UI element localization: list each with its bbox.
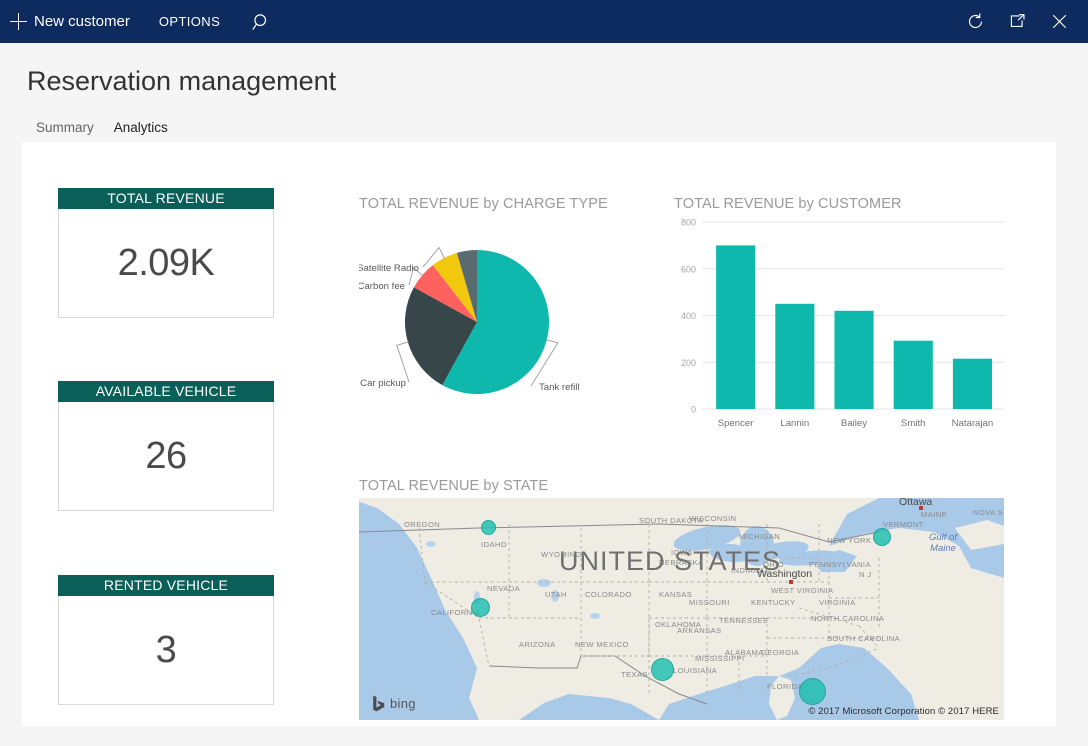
new-customer-label: New customer (34, 13, 130, 30)
bar[interactable] (953, 359, 992, 409)
bing-logo: bing (372, 695, 416, 712)
y-axis-tick-label: 0 (691, 405, 696, 415)
bar[interactable] (716, 245, 755, 409)
x-axis-tick-label: Spencer (718, 418, 755, 429)
map-chart-title: TOTAL REVENUE by STATE (359, 478, 548, 494)
pie-leader-line (397, 342, 409, 382)
x-axis-tick-label: Bailey (841, 418, 867, 429)
pie-slice-label: Tank refill (539, 382, 580, 393)
kpi-body: 26 (58, 402, 274, 511)
map-inland-water (590, 613, 600, 619)
y-axis-tick-label: 600 (681, 264, 696, 274)
x-axis-tick-label: Smith (901, 418, 926, 429)
pie-slice-label: Carbon fee (359, 281, 405, 292)
kpi-value: 2.09K (118, 242, 215, 285)
kpi-title: AVAILABLE VEHICLE (58, 381, 274, 402)
refresh-button[interactable] (954, 0, 996, 43)
tab-analytics[interactable]: Analytics (104, 116, 178, 145)
x-axis-tick-label: Natarajan (952, 418, 994, 429)
options-button[interactable]: OPTIONS (145, 0, 234, 43)
y-axis-tick-label: 400 (681, 311, 696, 321)
map-inland-water (426, 541, 436, 547)
bar-chart-title: TOTAL REVENUE by CUSTOMER (674, 196, 902, 212)
map-inland-water (474, 591, 480, 605)
command-bar: New customer OPTIONS (0, 0, 1088, 43)
page-title: Reservation management (27, 66, 336, 97)
bar[interactable] (894, 341, 933, 409)
tab-summary[interactable]: Summary (26, 116, 104, 145)
search-icon (252, 12, 272, 32)
pie-slice-label: Car pickup (360, 378, 406, 389)
bar-chart[interactable]: 0 200 400 600 800 Spencer Lannin Bailey Smith Nat… (672, 212, 1007, 440)
kpi-body: 3 (58, 596, 274, 705)
map-chart[interactable]: UNITED STATESOREGONIDAHOWYOMINGSOUTH DAK… (359, 498, 1004, 720)
kpi-card-total-revenue[interactable]: TOTAL REVENUE 2.09K (58, 188, 274, 318)
kpi-title: TOTAL REVENUE (58, 188, 274, 209)
app-window: New customer OPTIONS (0, 0, 1088, 746)
x-axis-tick-label: Lannin (780, 418, 809, 429)
kpi-card-rented-vehicle[interactable]: RENTED VEHICLE 3 (58, 575, 274, 705)
search-button[interactable] (240, 0, 284, 43)
plus-icon (10, 13, 27, 30)
pie-chart-title: TOTAL REVENUE by CHARGE TYPE (359, 196, 608, 212)
bar[interactable] (835, 311, 874, 409)
bing-icon (372, 695, 386, 712)
kpi-title: RENTED VEHICLE (58, 575, 274, 596)
refresh-icon (966, 12, 985, 31)
map-inland-water (537, 579, 551, 587)
popout-icon (1008, 12, 1027, 31)
map-base-svg (359, 498, 1004, 720)
kpi-card-available-vehicle[interactable]: AVAILABLE VEHICLE 26 (58, 381, 274, 511)
map-inland-water (551, 590, 559, 602)
close-icon (1050, 12, 1069, 31)
command-bar-right (954, 0, 1088, 43)
kpi-value: 3 (156, 629, 177, 672)
kpi-value: 26 (145, 435, 186, 478)
bar[interactable] (775, 304, 814, 409)
bar-chart-svg: 0 200 400 600 800 Spencer Lannin Bailey Smith Nat… (672, 212, 1007, 440)
kpi-body: 2.09K (58, 209, 274, 318)
close-button[interactable] (1038, 0, 1080, 43)
command-bar-left: New customer OPTIONS (0, 0, 284, 43)
new-customer-button[interactable]: New customer (0, 0, 141, 43)
popout-button[interactable] (996, 0, 1038, 43)
y-axis-tick-label: 200 (681, 358, 696, 368)
tab-bar: Summary Analytics (26, 116, 178, 145)
bing-label: bing (390, 696, 416, 711)
pie-slice-label: Satellite Radio (359, 263, 419, 274)
map-attribution: © 2017 Microsoft Corporation © 2017 HERE (808, 706, 999, 717)
pie-chart[interactable]: Tank refill Car pickup Carbon fee Satellite… (359, 218, 659, 408)
y-axis-tick-label: 800 (681, 218, 696, 228)
pie-chart-svg: Tank refill Car pickup Carbon fee Satellite… (359, 218, 659, 408)
